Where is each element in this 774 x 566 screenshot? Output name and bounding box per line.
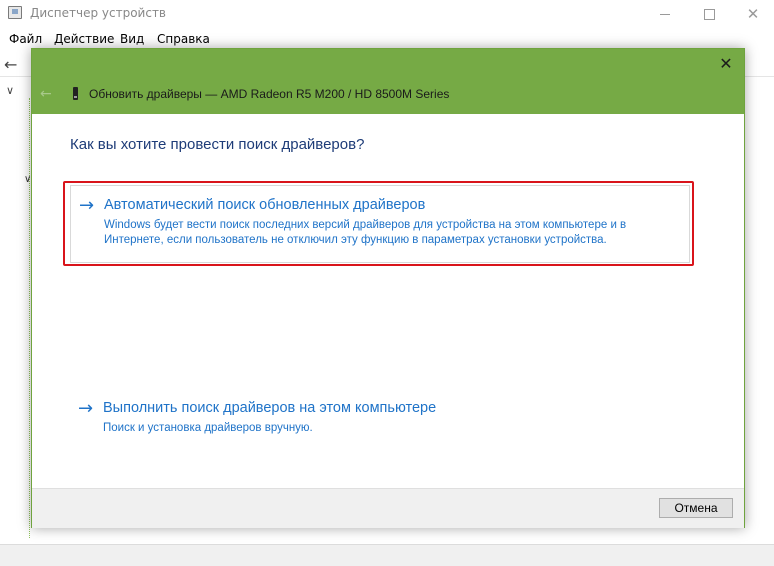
maximize-button[interactable] [686, 0, 732, 28]
auto-search-title: Автоматический поиск обновленных драйвер… [104, 197, 426, 213]
dialog-question: Как вы хотите провести поиск драйверов? [70, 136, 365, 153]
device-manager-icon [8, 6, 22, 19]
minimize-icon [660, 13, 670, 15]
manual-search-description: Поиск и установка драйверов вручную. [103, 422, 313, 434]
status-bar [0, 544, 774, 566]
chevron-down-icon[interactable]: ∨ [6, 84, 14, 97]
auto-search-description: Windows будет вести поиск последних верс… [104, 218, 626, 248]
tree-guide-line [29, 98, 30, 538]
menu-action[interactable]: Действие [54, 32, 114, 46]
arrow-right-icon: → [79, 195, 95, 216]
device-manager-titlebar: Диспетчер устройств ✕ [0, 0, 774, 28]
arrow-right-icon: → [78, 398, 94, 419]
menu-view[interactable]: Вид [120, 32, 144, 46]
auto-search-option[interactable]: → Автоматический поиск обновленных драйв… [70, 185, 690, 263]
manual-search-title: Выполнить поиск драйверов на этом компью… [103, 400, 437, 416]
menubar: Файл Действие Вид Справка [0, 30, 774, 50]
cancel-button[interactable]: Отмена [659, 498, 733, 518]
minimize-button[interactable] [642, 0, 688, 28]
window-title: Диспетчер устройств [30, 6, 167, 20]
menu-file[interactable]: Файл [9, 32, 42, 46]
manual-search-option[interactable]: → Выполнить поиск драйверов на этом комп… [70, 394, 690, 444]
update-drivers-dialog: ✕ ← Обновить драйверы — AMD Radeon R5 M2… [31, 48, 745, 528]
window-close-button[interactable]: ✕ [730, 0, 774, 28]
dialog-close-button[interactable]: ✕ [716, 54, 736, 74]
maximize-icon [703, 8, 715, 20]
device-icon [73, 87, 78, 100]
auto-search-description-line2: Интернете, если пользователь не отключил… [104, 234, 607, 246]
back-arrow-icon[interactable]: ← [4, 55, 17, 74]
dialog-title: Обновить драйверы — AMD Radeon R5 M200 /… [89, 87, 450, 101]
menu-help[interactable]: Справка [157, 32, 210, 46]
dialog-footer: Отмена [32, 488, 744, 528]
dialog-header: ✕ ← Обновить драйверы — AMD Radeon R5 M2… [32, 49, 744, 114]
back-arrow-icon: ← [40, 86, 52, 102]
auto-search-description-line1: Windows будет вести поиск последних верс… [104, 219, 627, 231]
